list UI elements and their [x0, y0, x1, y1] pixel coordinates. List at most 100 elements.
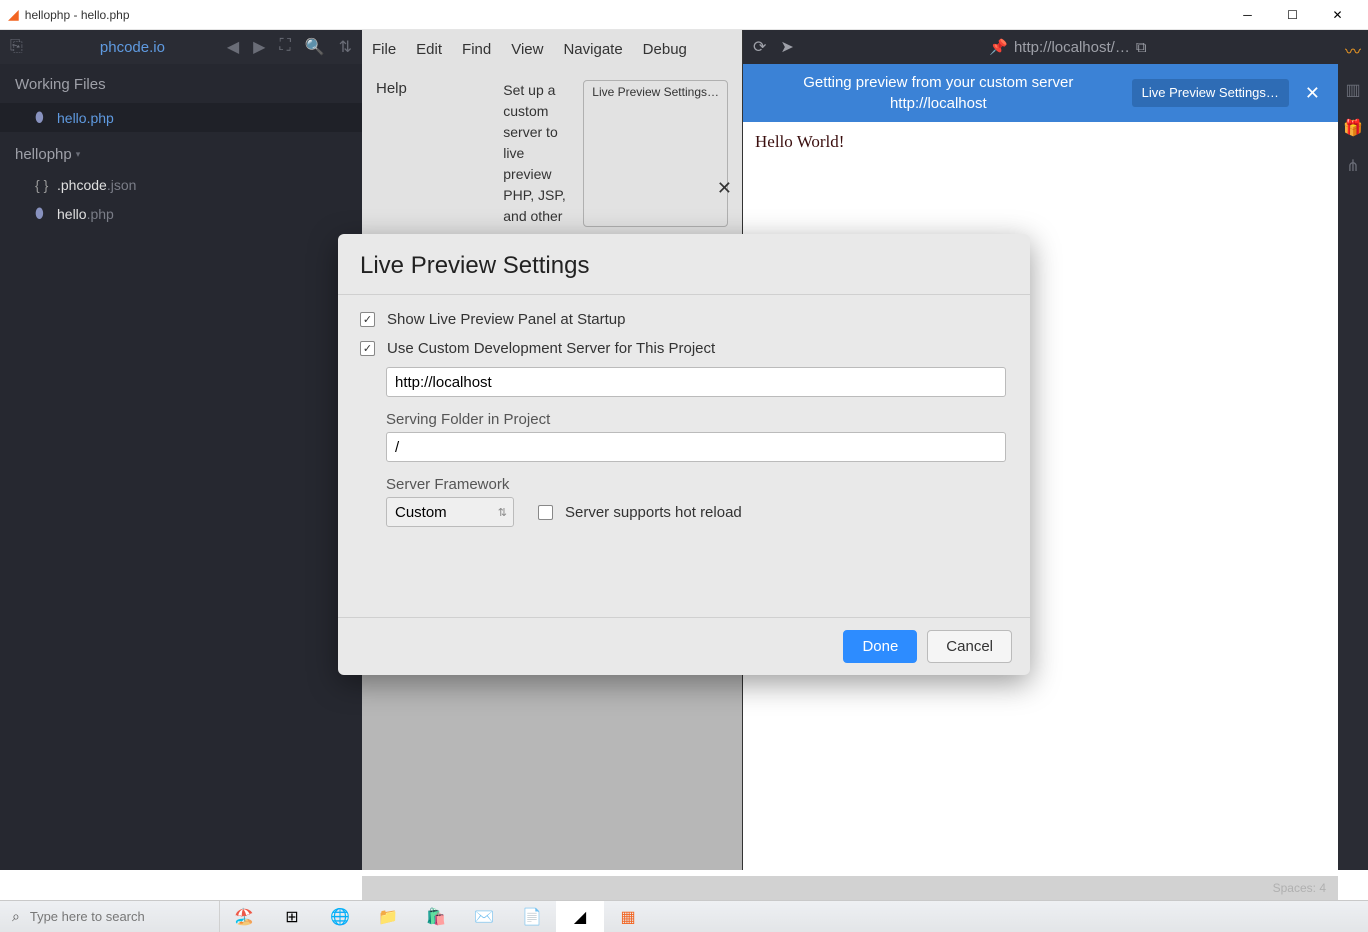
taskbar-search-placeholder: Type here to search	[30, 909, 145, 924]
working-files-header: Working Files	[0, 64, 362, 103]
framework-label: Server Framework	[386, 476, 1008, 493]
banner-line1: Getting preview from your custom server	[757, 72, 1120, 93]
window-title: hellophp - hello.php	[25, 8, 1225, 22]
taskbar-explorer-icon[interactable]: 📁	[364, 901, 412, 932]
app-logo-icon: ◢	[8, 6, 19, 23]
checkbox-row-custom-server: ✓ Use Custom Development Server for This…	[360, 334, 1008, 363]
nav-forward-icon[interactable]: ▶	[253, 37, 265, 57]
project-header[interactable]: hellophp ▾	[0, 132, 362, 171]
preview-banner-text: Getting preview from your custom server …	[757, 72, 1120, 114]
live-preview-settings-dialog: Live Preview Settings ✓ Show Live Previe…	[338, 234, 1030, 675]
show-at-startup-checkbox[interactable]: ✓	[360, 312, 375, 327]
taskbar-search[interactable]: ⌕ Type here to search	[0, 901, 220, 932]
gift-icon[interactable]: 🎁	[1343, 118, 1363, 138]
json-file-icon: { }	[35, 177, 49, 193]
dialog-title: Live Preview Settings	[338, 234, 1030, 294]
taskbar-phoenix-icon[interactable]: ◢	[556, 901, 604, 932]
hot-reload-label: Server supports hot reload	[565, 504, 742, 521]
preview-url[interactable]: 📌 http://localhost/… ⧉	[808, 38, 1328, 56]
serving-folder-label: Serving Folder in Project	[386, 411, 1008, 428]
framework-select[interactable]: Custom	[386, 497, 514, 527]
framework-row: Custom ✓ Server supports hot reload	[386, 497, 1008, 527]
taskbar-taskview-icon[interactable]: ⊞	[268, 901, 316, 932]
checkbox-row-startup: ✓ Show Live Preview Panel at Startup	[360, 305, 1008, 334]
windows-taskbar: ⌕ Type here to search 🏖️ ⊞ 🌐 📁 🛍️ ✉️ 📄 ◢…	[0, 900, 1368, 932]
serving-folder-input[interactable]	[386, 432, 1006, 462]
project-link[interactable]: phcode.io	[38, 39, 227, 56]
menu-view[interactable]: View	[511, 41, 543, 58]
maximize-button[interactable]: ☐	[1270, 0, 1315, 30]
help-close-icon[interactable]: ✕	[717, 178, 732, 199]
file-tree-item[interactable]: ⬮ hello.php	[0, 199, 362, 228]
popout-icon: ⧉	[1136, 39, 1147, 56]
sort-icon[interactable]: ⇅	[339, 37, 352, 57]
file-name: hello.php	[57, 206, 114, 222]
show-at-startup-label: Show Live Preview Panel at Startup	[387, 311, 625, 328]
cancel-button[interactable]: Cancel	[927, 630, 1012, 663]
status-spaces[interactable]: Spaces: 4	[1273, 881, 1326, 895]
reload-icon[interactable]: ⟳	[753, 37, 766, 57]
window-controls: ─ ☐ ✕	[1225, 0, 1360, 30]
server-url-input[interactable]	[386, 367, 1006, 397]
navigate-icon[interactable]: ➤	[780, 37, 793, 57]
preview-toolbar: ⟳ ➤ 📌 http://localhost/… ⧉	[743, 30, 1338, 64]
file-tree-item[interactable]: { } .phcode.json	[0, 171, 362, 199]
help-label: Help	[376, 80, 493, 227]
taskbar-mail-icon[interactable]: ✉️	[460, 901, 508, 932]
binoculars-icon[interactable]: ⛶	[279, 37, 290, 57]
nav-back-icon[interactable]: ◀	[227, 37, 239, 57]
sidebar-toolbar: ⎘ phcode.io ◀ ▶ ⛶ 🔍 ⇅	[0, 30, 362, 64]
serving-folder-field-wrap	[386, 432, 1008, 462]
php-file-icon: ⬮	[35, 205, 49, 222]
banner-line2: http://localhost	[757, 93, 1120, 114]
file-name: .phcode.json	[57, 177, 136, 193]
live-preview-icon[interactable]: 〰	[1345, 38, 1361, 62]
chevron-down-icon: ▾	[76, 149, 81, 160]
working-file-item[interactable]: ⬮ hello.php	[0, 103, 362, 132]
pin-icon: 📌	[989, 38, 1008, 56]
use-custom-server-checkbox[interactable]: ✓	[360, 341, 375, 356]
menu-debug[interactable]: Debug	[643, 41, 687, 58]
banner-settings-button[interactable]: Live Preview Settings…	[1132, 79, 1289, 108]
menu-edit[interactable]: Edit	[416, 41, 442, 58]
server-url-field-wrap	[386, 367, 1008, 397]
extensions-icon[interactable]: ▥	[1345, 80, 1360, 100]
menu-bar: File Edit Find View Navigate Debug	[362, 30, 742, 68]
search-icon[interactable]: 🔍	[305, 37, 325, 57]
taskbar-news-icon[interactable]: 🏖️	[220, 901, 268, 932]
sidebar-nav-icons: ◀ ▶ ⛶ 🔍 ⇅	[227, 37, 352, 57]
share-icon[interactable]: ⋔	[1346, 156, 1359, 176]
help-settings-button[interactable]: Live Preview Settings…	[583, 80, 728, 227]
taskbar-edge-icon[interactable]: 🌐	[316, 901, 364, 932]
dialog-body: ✓ Show Live Preview Panel at Startup ✓ U…	[338, 294, 1030, 617]
right-gutter: 〰 ▥ 🎁 ⋔	[1338, 30, 1368, 870]
preview-url-text: http://localhost/…	[1014, 39, 1130, 56]
dialog-footer: Done Cancel	[338, 617, 1030, 675]
hot-reload-row: ✓ Server supports hot reload	[538, 504, 742, 521]
help-toast: Help Set up a custom server to live prev…	[362, 68, 742, 239]
minimize-button[interactable]: ─	[1225, 0, 1270, 30]
banner-close-icon[interactable]: ✕	[1301, 83, 1324, 104]
project-icon[interactable]: ⎘	[10, 38, 28, 56]
preview-banner: Getting preview from your custom server …	[743, 64, 1338, 122]
use-custom-server-label: Use Custom Development Server for This P…	[387, 340, 715, 357]
taskbar-xampp-icon[interactable]: ▦	[604, 901, 652, 932]
menu-file[interactable]: File	[372, 41, 396, 58]
menu-find[interactable]: Find	[462, 41, 491, 58]
php-file-icon: ⬮	[35, 109, 49, 126]
taskbar-notes-icon[interactable]: 📄	[508, 901, 556, 932]
title-bar: ◢ hellophp - hello.php ─ ☐ ✕	[0, 0, 1368, 30]
taskbar-store-icon[interactable]: 🛍️	[412, 901, 460, 932]
sidebar: ⎘ phcode.io ◀ ▶ ⛶ 🔍 ⇅ Working Files ⬮ he…	[0, 30, 362, 870]
search-icon: ⌕	[12, 908, 20, 925]
status-bar: Spaces: 4	[362, 876, 1338, 900]
help-toast-text: Set up a custom server to live preview P…	[503, 80, 573, 227]
taskbar-icons: 🏖️ ⊞ 🌐 📁 🛍️ ✉️ 📄 ◢ ▦	[220, 901, 652, 932]
framework-select-value: Custom	[395, 504, 447, 521]
close-button[interactable]: ✕	[1315, 0, 1360, 30]
project-name-label: hellophp	[15, 146, 72, 163]
hot-reload-checkbox[interactable]: ✓	[538, 505, 553, 520]
working-file-name: hello.php	[57, 110, 114, 126]
done-button[interactable]: Done	[843, 630, 917, 663]
menu-navigate[interactable]: Navigate	[563, 41, 622, 58]
